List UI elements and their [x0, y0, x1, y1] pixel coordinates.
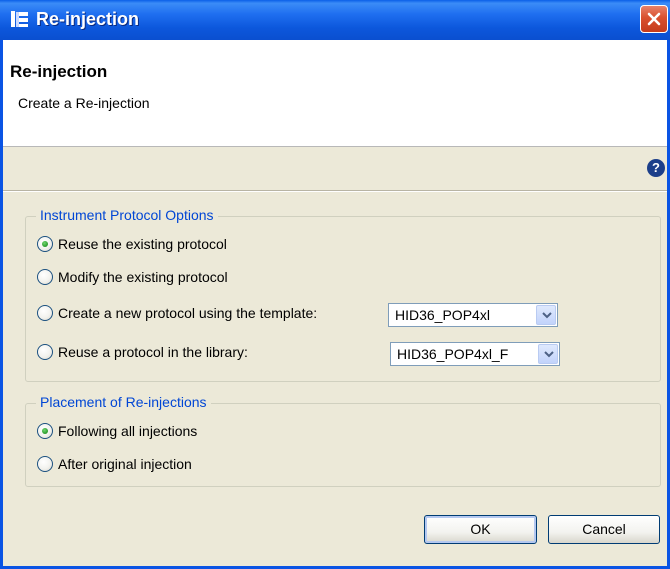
close-button[interactable] [640, 5, 668, 33]
page-title: Re-injection [10, 62, 108, 81]
library-select[interactable]: HID36_POP4xl_F [390, 342, 560, 366]
chevron-down-icon [542, 312, 552, 319]
option-following-all[interactable]: Following all injections [37, 422, 197, 440]
option-modify-existing[interactable]: Modify the existing protocol [37, 268, 228, 286]
instrument-protocol-group: Instrument Protocol Options Reuse the ex… [25, 207, 661, 382]
option-label: Reuse the existing protocol [58, 236, 227, 252]
option-label: After original injection [58, 456, 192, 472]
template-dropdown-button[interactable] [536, 305, 556, 325]
option-label: Reuse a protocol in the library: [58, 344, 248, 360]
option-create-new[interactable]: Create a new protocol using the template… [37, 304, 317, 322]
divider [3, 190, 667, 192]
option-label: Following all injections [58, 423, 198, 439]
ok-button[interactable]: OK [424, 515, 537, 544]
radio-reuse-existing[interactable] [37, 236, 53, 252]
instrument-protocol-legend: Instrument Protocol Options [36, 207, 218, 223]
option-label: Create a new protocol using the template… [58, 305, 318, 321]
radio-modify-existing[interactable] [37, 269, 53, 285]
radio-following-all[interactable] [37, 423, 53, 439]
title-bar[interactable]: Re-injection [0, 0, 670, 40]
radio-reuse-library[interactable] [37, 344, 53, 360]
library-dropdown-button[interactable] [538, 344, 558, 364]
library-select-value: HID36_POP4xl_F [397, 346, 509, 362]
option-reuse-existing[interactable]: Reuse the existing protocol [37, 235, 227, 253]
chevron-down-icon [544, 351, 554, 358]
radio-create-new[interactable] [37, 305, 53, 321]
option-after-original[interactable]: After original injection [37, 455, 192, 473]
template-select-value: HID36_POP4xl [395, 307, 490, 323]
reinjection-dialog: Re-injection Re-injection Create a Re-in… [0, 0, 670, 569]
option-reuse-library[interactable]: Reuse a protocol in the library: [37, 343, 248, 361]
dialog-header: Re-injection Create a Re-injection [3, 40, 667, 147]
window-title: Re-injection [36, 9, 140, 29]
cancel-button[interactable]: Cancel [548, 515, 660, 544]
app-icon [10, 9, 30, 29]
template-select[interactable]: HID36_POP4xl [388, 303, 558, 327]
help-icon[interactable]: ? [647, 159, 665, 177]
radio-after-original[interactable] [37, 456, 53, 472]
placement-legend: Placement of Re-injections [36, 394, 211, 410]
page-description: Create a Re-injection [18, 95, 150, 111]
placement-group: Placement of Re-injections Following all… [25, 394, 661, 487]
option-label: Modify the existing protocol [58, 269, 228, 285]
